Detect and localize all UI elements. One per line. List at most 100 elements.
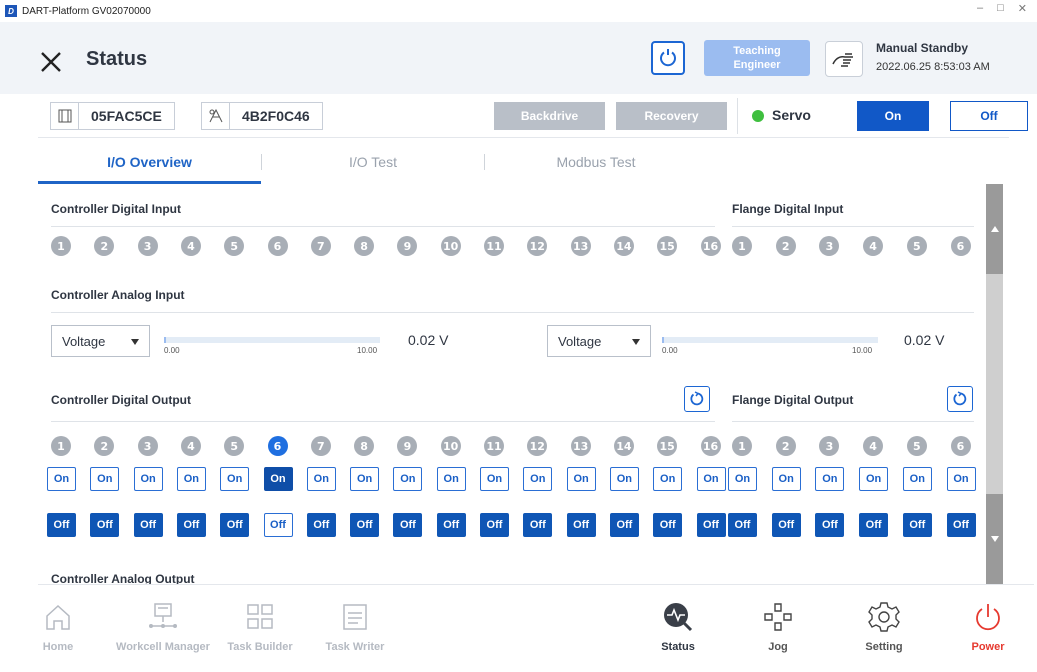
flange-output-5-on-button[interactable]: On — [902, 467, 932, 491]
flange-output-3-off-button[interactable]: Off — [815, 513, 845, 537]
controller-output-1-on-button[interactable]: On — [47, 467, 76, 491]
controller-output-11-off-button[interactable]: Off — [480, 513, 509, 537]
flange-output-2: 2 — [775, 436, 796, 456]
controller-output-2: 2 — [94, 436, 115, 456]
flange-output-6-off-button[interactable]: Off — [946, 513, 976, 537]
bottom-navigation: Home Workcell Manager Task Builder Task … — [38, 584, 1034, 672]
controller-output-15-on-button[interactable]: On — [653, 467, 683, 491]
controller-output-16-off-button[interactable]: Off — [696, 513, 726, 537]
controller-output-13-on-button[interactable]: On — [566, 467, 596, 491]
controller-output-14-on-button[interactable]: On — [609, 467, 639, 491]
controller-input-11: 11 — [484, 236, 504, 256]
flange-output-reset-button[interactable] — [947, 386, 973, 412]
nav-workcell-manager[interactable]: Workcell Manager — [107, 585, 219, 672]
controller-output-7-off-button[interactable]: Off — [306, 513, 336, 537]
flange-output-5-off-button[interactable]: Off — [902, 513, 932, 537]
controller-output-8-off-button[interactable]: Off — [350, 513, 380, 537]
divider — [51, 312, 974, 313]
controller-output-6-off-button[interactable]: Off — [263, 513, 293, 537]
scroll-up-button[interactable] — [986, 184, 1003, 274]
controller-output-2-on-button[interactable]: On — [90, 467, 120, 491]
flange-output-4-on-button[interactable]: On — [859, 467, 889, 491]
servo-on-button[interactable]: On — [857, 101, 929, 131]
controller-output-2-off-button[interactable]: Off — [90, 513, 120, 537]
controller-output-11-on-button[interactable]: On — [480, 467, 509, 491]
controller-output-5-off-button[interactable]: Off — [220, 513, 250, 537]
task-writer-icon — [340, 599, 370, 635]
flange-output-6-on-button[interactable]: On — [946, 467, 976, 491]
controller-input-7: 7 — [310, 236, 331, 256]
servo-status-indicator — [752, 110, 764, 122]
scroll-down-button[interactable] — [986, 494, 1003, 584]
controller-output-8-on-button[interactable]: On — [350, 467, 380, 491]
controller-output-15-off-button[interactable]: Off — [653, 513, 683, 537]
controller-output-9-on-button[interactable]: On — [393, 467, 423, 491]
controller-output-13-off-button[interactable]: Off — [566, 513, 596, 537]
nav-task-builder-label: Task Builder — [227, 641, 293, 653]
controller-input-3: 3 — [137, 236, 158, 256]
flange-output-2-off-button[interactable]: Off — [771, 513, 801, 537]
nav-setting-label: Setting — [865, 641, 903, 653]
nav-task-builder[interactable]: Task Builder — [220, 585, 300, 672]
controller-output-1-off-button[interactable]: Off — [47, 513, 76, 537]
teaching-engineer-button[interactable]: Teaching Engineer — [704, 40, 810, 76]
controller-output-3-on-button[interactable]: On — [133, 467, 163, 491]
controller-output-9-off-button[interactable]: Off — [393, 513, 423, 537]
controller-output-7-on-button[interactable]: On — [306, 467, 336, 491]
servo-off-button[interactable]: Off — [950, 101, 1028, 131]
controller-input-12: 12 — [527, 236, 548, 256]
controller-input-8: 8 — [354, 236, 375, 256]
nav-task-writer[interactable]: Task Writer — [315, 585, 395, 672]
controller-output-5-on-button[interactable]: On — [220, 467, 250, 491]
tab-io-overview[interactable]: I/O Overview — [38, 140, 261, 184]
flange-output-4-off-button[interactable]: Off — [859, 513, 889, 537]
minimize-icon[interactable]: – — [977, 2, 983, 15]
flange-output-3-on-button[interactable]: On — [815, 467, 845, 491]
nav-home[interactable]: Home — [18, 585, 98, 672]
nav-power[interactable]: Power — [948, 585, 1028, 672]
recovery-button[interactable]: Recovery — [616, 102, 727, 130]
flange-output-2-on-button[interactable]: On — [771, 467, 801, 491]
controller-output-3-off-button[interactable]: Off — [133, 513, 163, 537]
close-icon[interactable] — [38, 49, 64, 75]
controller-output-10-on-button[interactable]: On — [436, 467, 466, 491]
flange-output-1-on-button[interactable]: On — [728, 467, 757, 491]
nav-status[interactable]: Status — [638, 585, 718, 672]
backdrive-button[interactable]: Backdrive — [494, 102, 605, 130]
robot-mode: Manual Standby — [876, 41, 969, 55]
controller-output-6-on-button[interactable]: On — [263, 467, 293, 491]
controller-output-4-off-button[interactable]: Off — [176, 513, 206, 537]
analog-input-1-mode-select[interactable]: Voltage — [51, 325, 150, 357]
controller-output-12-on-button[interactable]: On — [523, 467, 553, 491]
divider — [51, 421, 715, 422]
analog-input-1-min: 0.00 — [164, 346, 180, 355]
teaching-label: Teaching — [733, 45, 781, 57]
arrow-down-icon — [990, 536, 999, 542]
controller-output-12-off-button[interactable]: Off — [523, 513, 553, 537]
controller-input-15: 15 — [657, 236, 678, 256]
nav-workcell-label: Workcell Manager — [116, 641, 210, 653]
controller-id-box: 4B2F0C46 — [201, 102, 323, 130]
controller-input-10: 10 — [440, 236, 461, 256]
divider — [51, 226, 715, 227]
analog-input-2-mode: Voltage — [558, 333, 602, 349]
analog-input-2-mode-select[interactable]: Voltage — [547, 325, 651, 357]
nav-jog[interactable]: Jog — [738, 585, 818, 672]
scrollbar[interactable] — [986, 184, 1003, 584]
divider — [732, 421, 974, 422]
controller-output-14-off-button[interactable]: Off — [609, 513, 639, 537]
tab-modbus-test[interactable]: Modbus Test — [485, 140, 707, 184]
close-window-icon[interactable]: ✕ — [1018, 2, 1027, 15]
nav-setting[interactable]: Setting — [844, 585, 924, 672]
flange-output-6: 6 — [950, 436, 971, 456]
controller-output-10-off-button[interactable]: Off — [436, 513, 466, 537]
controller-output-reset-button[interactable] — [684, 386, 710, 412]
maximize-icon[interactable]: □ — [997, 2, 1004, 15]
flange-output-1-off-button[interactable]: Off — [728, 513, 757, 537]
controller-output-16-on-button[interactable]: On — [696, 467, 726, 491]
tab-io-test[interactable]: I/O Test — [262, 140, 484, 184]
controller-output-4-on-button[interactable]: On — [176, 467, 206, 491]
reset-button[interactable] — [651, 41, 685, 75]
divider — [737, 98, 738, 134]
hand-guide-icon[interactable] — [825, 41, 863, 77]
